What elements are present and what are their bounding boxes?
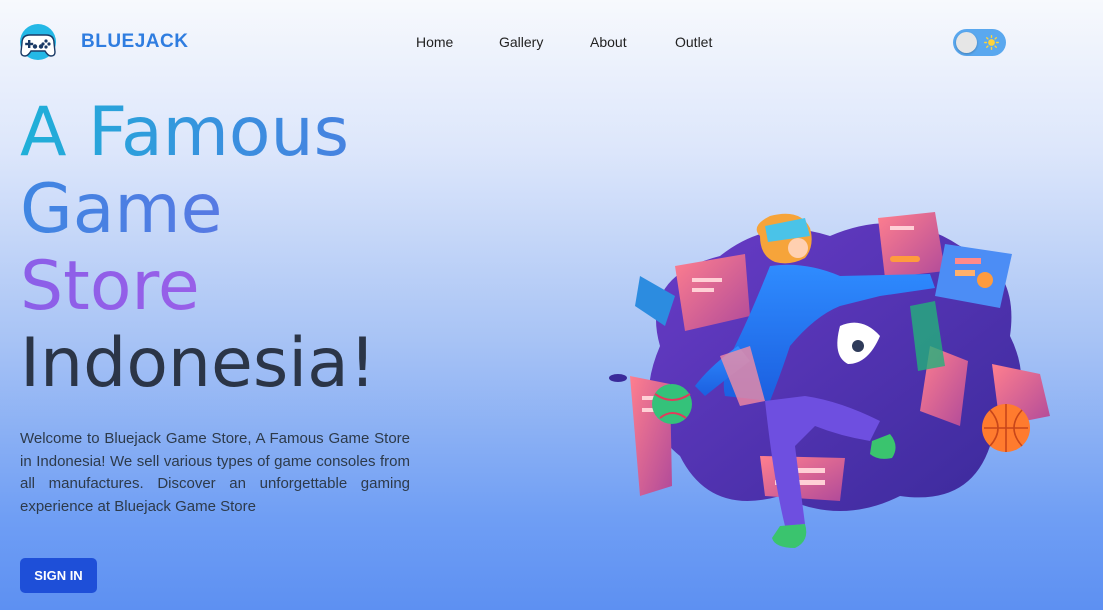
sign-in-button[interactable]: SIGN IN [20,558,97,593]
sun-icon [984,35,999,50]
nav-home-link[interactable]: Home [416,34,453,50]
hero-title: A Famous Game Store Indonesia! [20,94,376,402]
gamepad-icon[interactable] [18,23,58,61]
shopping-gamer-illustration [609,212,1050,548]
hero-title-line-2: Game [20,171,376,248]
hero-title-line-4: Indonesia! [20,324,377,403]
navbar: BLUEJACK Home Gallery About Outlet [0,0,1103,86]
nav-gallery-link[interactable]: Gallery [499,34,543,50]
hero-description: Welcome to Bluejack Game Store, A Famous… [20,430,410,515]
nav-about-link[interactable]: About [590,34,627,50]
toggle-knob [956,32,977,53]
theme-toggle[interactable] [953,29,1006,56]
hero-title-line-3: Store [20,248,376,325]
hero-title-line-1: A Famous [20,94,376,171]
nav-outlet-link[interactable]: Outlet [675,34,712,50]
brand-name[interactable]: BLUEJACK [81,31,188,53]
